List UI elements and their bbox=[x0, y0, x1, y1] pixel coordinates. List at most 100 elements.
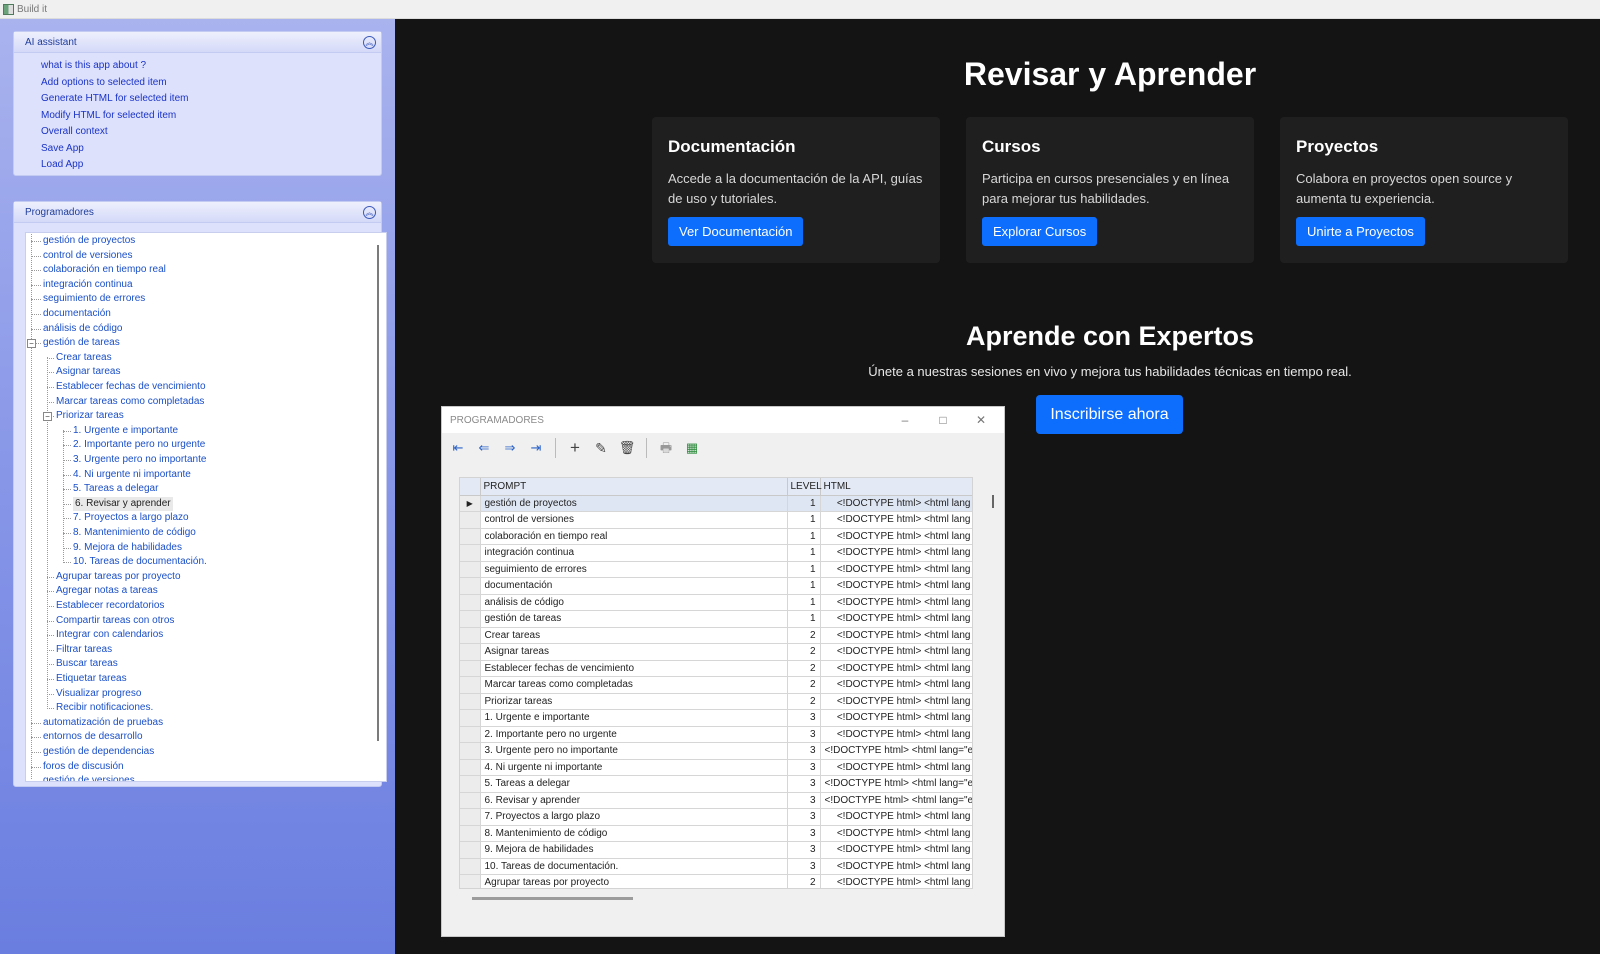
cell-prompt[interactable]: Establecer fechas de vencimiento bbox=[480, 660, 788, 677]
table-row[interactable]: Asignar tareas 2 <!DOCTYPE html> <html lan… bbox=[460, 643, 972, 661]
row-indicator[interactable] bbox=[460, 511, 481, 529]
cell-prompt[interactable]: gestión de tareas bbox=[480, 610, 788, 628]
cell-html[interactable]: <!DOCTYPE html> <html lang="es"> bbox=[820, 792, 972, 809]
table-row[interactable]: Marcar tareas como completadas 2 <!DOCTYPE… bbox=[460, 676, 972, 694]
tree-item[interactable]: seguimiento de errores bbox=[43, 292, 145, 306]
row-indicator[interactable] bbox=[460, 676, 481, 694]
cell-level[interactable]: 3 bbox=[787, 709, 821, 727]
column-header-prompt[interactable]: PROMPT bbox=[480, 478, 788, 496]
cell-html[interactable]: <!DOCTYPE html> <html lang bbox=[820, 561, 972, 578]
cell-prompt[interactable]: 5. Tareas a delegar bbox=[480, 775, 788, 793]
row-indicator[interactable] bbox=[460, 742, 481, 760]
table-row[interactable]: 9. Mejora de habilidades 3 <!DOCTYPE html>… bbox=[460, 841, 972, 859]
cell-html[interactable]: <!DOCTYPE html> <html lang bbox=[820, 594, 972, 611]
cell-prompt[interactable]: documentación bbox=[480, 577, 788, 595]
cell-prompt[interactable]: Priorizar tareas bbox=[480, 693, 788, 710]
tree-item[interactable]: 7. Proyectos a largo plazo bbox=[73, 511, 189, 525]
tree-collapse-toggle[interactable]: − bbox=[27, 339, 36, 349]
row-indicator[interactable] bbox=[460, 709, 481, 727]
row-indicator[interactable] bbox=[460, 693, 481, 710]
cell-prompt[interactable]: 8. Mantenimiento de código bbox=[480, 825, 788, 842]
tree-item[interactable]: integración continua bbox=[43, 278, 133, 292]
cell-level[interactable]: 3 bbox=[787, 726, 821, 743]
cell-prompt[interactable]: 4. Ni urgente ni importante bbox=[480, 759, 788, 776]
cell-html[interactable]: <!DOCTYPE html> <html lang bbox=[820, 676, 972, 694]
tree-item[interactable]: Filtrar tareas bbox=[56, 643, 112, 657]
cell-html[interactable]: <!DOCTYPE html> <html lang bbox=[820, 660, 972, 677]
tree-item[interactable]: 5. Tareas a delegar bbox=[73, 482, 158, 496]
cell-html[interactable]: <!DOCTYPE html> <html lang bbox=[820, 627, 972, 644]
tree-item[interactable]: Establecer fechas de vencimiento bbox=[56, 380, 206, 394]
tree-item[interactable]: control de versiones bbox=[43, 249, 133, 263]
row-indicator[interactable] bbox=[460, 594, 481, 611]
tree-item[interactable]: Agrupar tareas por proyecto bbox=[56, 570, 181, 584]
cell-html[interactable]: <!DOCTYPE html> <html lang bbox=[820, 709, 972, 727]
data-grid[interactable]: PROMPT LEVEL HTML ▶ gestión de proyectos 1… bbox=[459, 477, 973, 889]
ai-link[interactable]: Generate HTML for selected item bbox=[41, 91, 381, 108]
tree-item[interactable]: gestión de versiones bbox=[43, 774, 135, 781]
add-icon[interactable]: + bbox=[565, 438, 585, 458]
tree-item[interactable]: automatización de pruebas bbox=[43, 716, 163, 730]
table-row[interactable]: Establecer fechas de vencimiento 2 <!DOCTY… bbox=[460, 660, 972, 677]
tree-item[interactable]: Compartir tareas con otros bbox=[56, 614, 174, 628]
grid-vertical-scrollbar[interactable] bbox=[992, 495, 994, 508]
last-record-icon[interactable]: ⇥ bbox=[526, 438, 546, 458]
cell-html[interactable]: <!DOCTYPE html> <html lang bbox=[820, 858, 972, 875]
row-indicator[interactable] bbox=[460, 874, 481, 888]
table-row[interactable]: 6. Revisar y aprender 3 <!DOCTYPE html> <h… bbox=[460, 792, 972, 809]
cell-prompt[interactable]: integración continua bbox=[480, 544, 788, 562]
minimize-button[interactable]: – bbox=[886, 407, 924, 433]
tree-item[interactable]: foros de discusión bbox=[43, 760, 124, 774]
row-indicator[interactable] bbox=[460, 561, 481, 578]
cell-html[interactable]: <!DOCTYPE html> <html lang bbox=[820, 577, 972, 595]
table-row[interactable]: Crear tareas 2 <!DOCTYPE html> <html lang bbox=[460, 627, 972, 644]
cell-level[interactable]: 1 bbox=[787, 561, 821, 578]
cell-level[interactable]: 3 bbox=[787, 825, 821, 842]
cell-prompt[interactable]: 1. Urgente e importante bbox=[480, 709, 788, 727]
tree-item[interactable]: entornos de desarrollo bbox=[43, 730, 143, 744]
cell-level[interactable]: 3 bbox=[787, 759, 821, 776]
next-record-icon[interactable]: ⇒ bbox=[500, 438, 520, 458]
close-button[interactable]: ✕ bbox=[962, 407, 1000, 433]
ai-link[interactable]: Load App bbox=[41, 157, 381, 174]
tree-item[interactable]: gestión de tareas bbox=[43, 336, 120, 350]
cell-html[interactable]: <!DOCTYPE html> <html lang bbox=[820, 693, 972, 710]
cell-level[interactable]: 3 bbox=[787, 742, 821, 760]
tree-item[interactable]: colaboración en tiempo real bbox=[43, 263, 166, 277]
table-row[interactable]: 4. Ni urgente ni importante 3 <!DOCTYPE ht… bbox=[460, 759, 972, 776]
tree-item[interactable]: 8. Mantenimiento de código bbox=[73, 526, 196, 540]
row-indicator[interactable]: ▶ bbox=[460, 495, 481, 512]
cell-level[interactable]: 1 bbox=[787, 511, 821, 529]
row-indicator[interactable] bbox=[460, 528, 481, 545]
tree-item[interactable]: Agregar notas a tareas bbox=[56, 584, 158, 598]
tree-item[interactable]: 3. Urgente pero no importante bbox=[73, 453, 206, 467]
table-row[interactable]: 7. Proyectos a largo plazo 3 <!DOCTYPE htm… bbox=[460, 808, 972, 826]
grid-horizontal-scrollbar[interactable] bbox=[472, 897, 633, 900]
row-indicator[interactable] bbox=[460, 544, 481, 562]
cell-prompt[interactable]: 10. Tareas de documentación. bbox=[480, 858, 788, 875]
cell-level[interactable]: 1 bbox=[787, 594, 821, 611]
row-indicator[interactable] bbox=[460, 858, 481, 875]
table-row[interactable]: documentación 1 <!DOCTYPE html> <html lang bbox=[460, 577, 972, 595]
maximize-button[interactable]: □ bbox=[924, 407, 962, 433]
tree-item[interactable]: Etiquetar tareas bbox=[56, 672, 127, 686]
tree-item[interactable]: Visualizar progreso bbox=[56, 687, 141, 701]
cell-html[interactable]: <!DOCTYPE html> <html lang="es"> bbox=[820, 775, 972, 793]
row-indicator[interactable] bbox=[460, 726, 481, 743]
first-record-icon[interactable]: ⇤ bbox=[448, 438, 468, 458]
ai-link[interactable]: Add options to selected item bbox=[41, 75, 381, 92]
table-row[interactable]: 3. Urgente pero no importante 3 <!DOCTYPE … bbox=[460, 742, 972, 760]
cell-prompt[interactable]: colaboración en tiempo real bbox=[480, 528, 788, 545]
cell-level[interactable]: 2 bbox=[787, 874, 821, 888]
cell-html[interactable]: <!DOCTYPE html> <html lang bbox=[820, 643, 972, 661]
table-row[interactable]: 2. Importante pero no urgente 3 <!DOCTYPE … bbox=[460, 726, 972, 743]
cell-level[interactable]: 3 bbox=[787, 808, 821, 826]
cell-html[interactable]: <!DOCTYPE html> <html lang bbox=[820, 874, 972, 888]
tree-item[interactable]: Integrar con calendarios bbox=[56, 628, 163, 642]
table-row[interactable]: Agrupar tareas por proyecto 2 <!DOCTYPE ht… bbox=[460, 874, 972, 888]
table-row[interactable]: integración continua 1 <!DOCTYPE html> <ht… bbox=[460, 544, 972, 562]
row-indicator[interactable] bbox=[460, 660, 481, 677]
tree-item[interactable]: documentación bbox=[43, 307, 111, 321]
ai-link[interactable]: Save App bbox=[41, 141, 381, 158]
cell-prompt[interactable]: Crear tareas bbox=[480, 627, 788, 644]
